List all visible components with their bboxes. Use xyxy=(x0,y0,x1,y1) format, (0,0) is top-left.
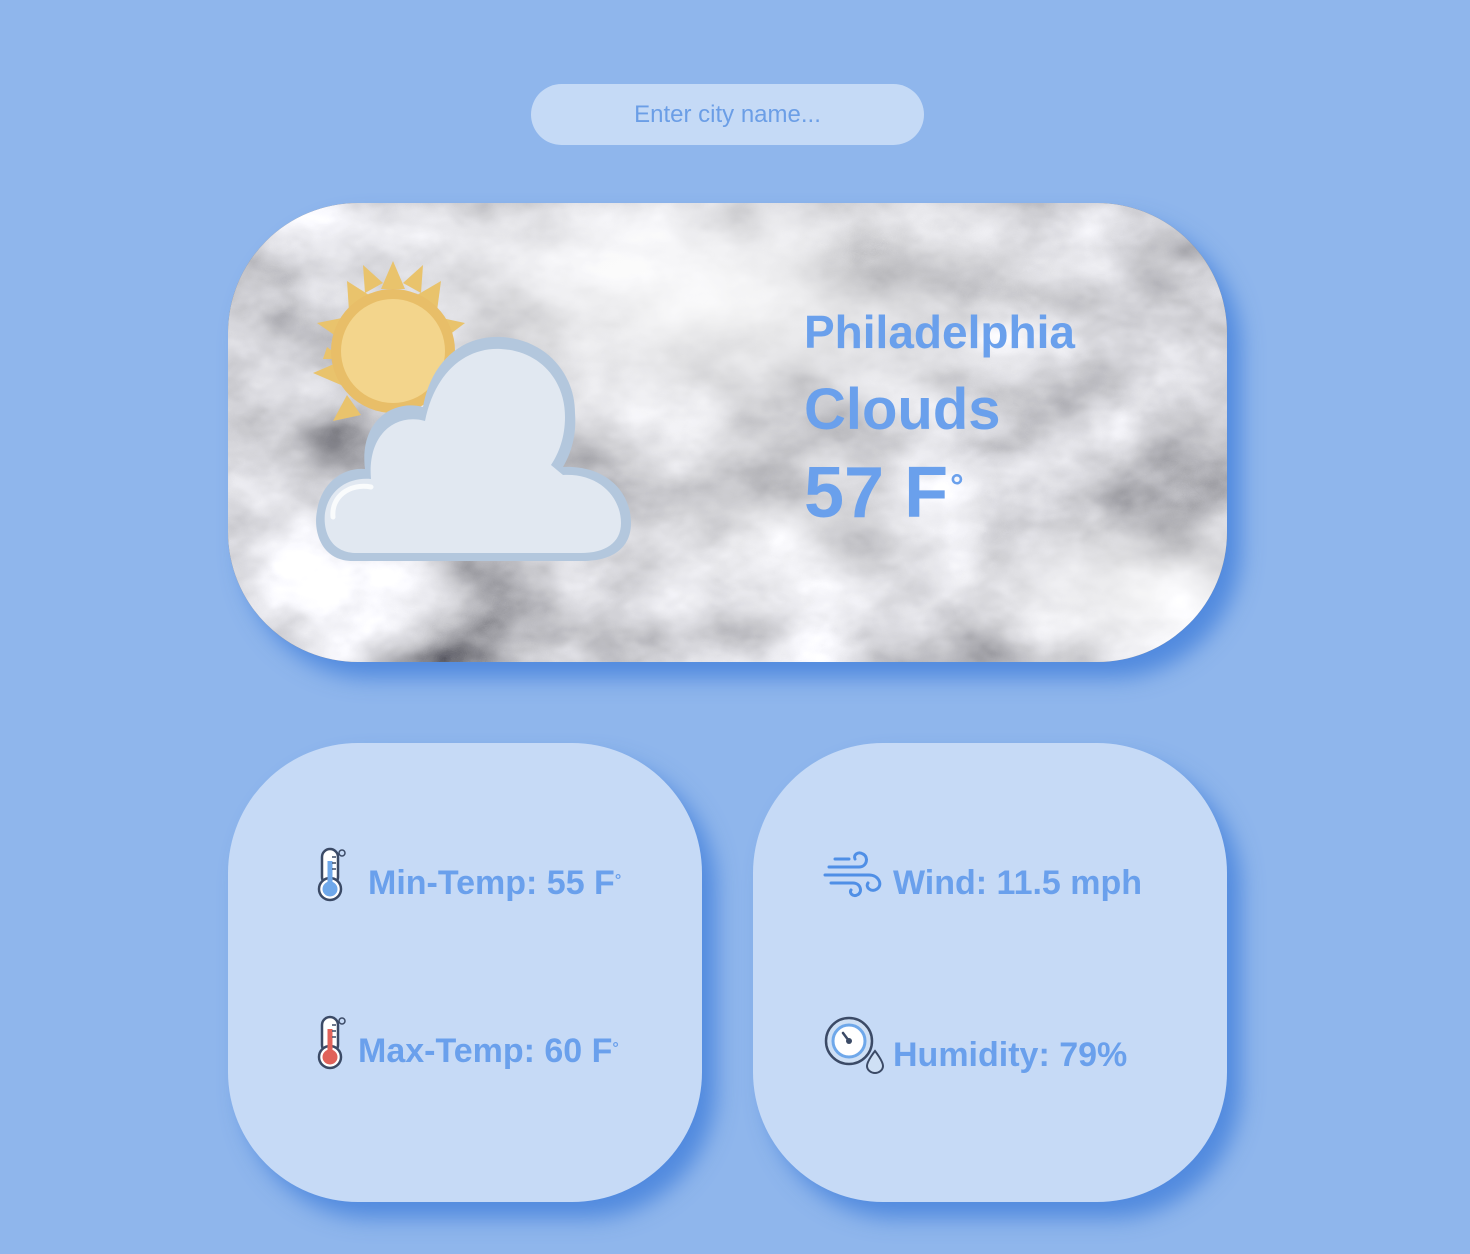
wind-icon xyxy=(823,851,882,897)
degree-symbol: ° xyxy=(950,468,964,506)
current-temperature: 57 F° xyxy=(804,451,1075,535)
sun-behind-cloud-icon xyxy=(313,261,631,561)
wind-label: Wind: 11.5 mph xyxy=(893,864,1143,902)
city-search-input[interactable] xyxy=(531,84,924,145)
humidity-label: Humidity: 79% xyxy=(893,1036,1128,1074)
min-temp-row: Min-Temp: 55 F° xyxy=(312,847,621,903)
current-weather-info: Philadelphia Clouds 57 F° xyxy=(804,303,1075,535)
humidity-gauge-icon xyxy=(824,1016,885,1075)
wind-row: Wind: 11.5 mph xyxy=(823,847,1142,903)
wind-humidity-card: Wind: 11.5 mph Humidity: 79% xyxy=(753,743,1227,1202)
temperature-value: 57 F xyxy=(804,453,949,533)
min-temp-degree: ° xyxy=(614,872,622,889)
min-temp-text: Min-Temp: 55 F xyxy=(368,864,615,902)
weather-condition: Clouds xyxy=(804,377,1001,442)
humidity-row: Humidity: 79% xyxy=(823,1015,1127,1075)
min-temp-label: Min-Temp: 55 F° xyxy=(368,863,621,903)
thermometer-cold-icon xyxy=(317,847,346,902)
temperature-range-card: Min-Temp: 55 F° Max-Temp: 60 F° xyxy=(228,743,702,1202)
city-name: Philadelphia xyxy=(804,306,1075,358)
max-temp-text: Max-Temp: 60 F xyxy=(358,1032,613,1070)
max-temp-degree: ° xyxy=(612,1040,619,1057)
current-weather-card: Philadelphia Clouds 57 F° xyxy=(228,203,1227,662)
max-temp-label: Max-Temp: 60 F° xyxy=(358,1031,619,1071)
max-temp-row: Max-Temp: 60 F° xyxy=(312,1015,619,1071)
thermometer-hot-icon xyxy=(317,1015,346,1070)
